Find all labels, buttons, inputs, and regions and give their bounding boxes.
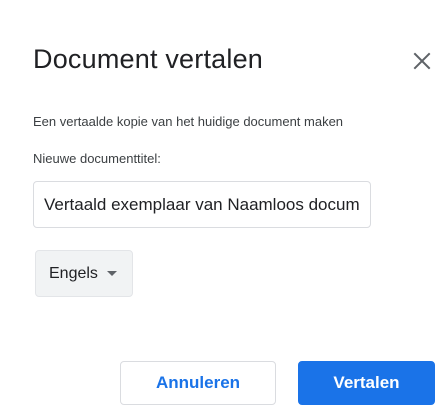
language-select[interactable]: Engels xyxy=(35,250,133,297)
close-button[interactable] xyxy=(410,49,434,73)
new-title-label: Nieuwe documenttitel: xyxy=(33,151,161,166)
dialog-description: Een vertaalde kopie van het huidige docu… xyxy=(33,114,344,129)
close-icon xyxy=(413,52,431,70)
language-select-label: Engels xyxy=(49,264,98,282)
new-title-input[interactable] xyxy=(33,181,371,228)
caret-down-icon xyxy=(106,271,117,276)
translate-button[interactable]: Vertalen xyxy=(298,361,435,405)
cancel-button[interactable]: Annuleren xyxy=(120,361,276,405)
dialog-title: Document vertalen xyxy=(33,44,264,74)
translate-document-dialog: Document vertalen Een vertaalde kopie va… xyxy=(0,0,435,405)
